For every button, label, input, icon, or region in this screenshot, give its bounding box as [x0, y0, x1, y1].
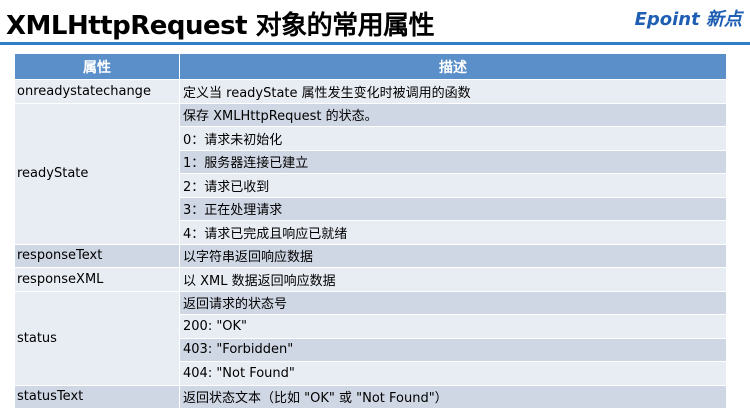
- header-attribute: 属性: [15, 54, 180, 80]
- slide-title: XMLHttpRequest 对象的常用属性: [6, 5, 434, 42]
- description-cell: 4：请求已完成且响应已就绪: [180, 221, 727, 245]
- description-cell: 保存 XMLHttpRequest 的状态。: [180, 103, 727, 127]
- attribute-name-cell: status: [15, 291, 180, 385]
- description-cell: 以 XML 数据返回响应数据: [180, 268, 727, 292]
- header-description: 描述: [180, 54, 727, 80]
- title-divider: [0, 42, 750, 45]
- attribute-name-cell: readyState: [15, 103, 180, 244]
- table-row: readyState保存 XMLHttpRequest 的状态。: [15, 103, 726, 127]
- description-cell: 200: "OK": [180, 315, 727, 339]
- description-cell: 404: "Not Found": [180, 362, 727, 386]
- table-row: responseXML以 XML 数据返回响应数据: [15, 268, 726, 292]
- description-cell: 2：请求已收到: [180, 174, 727, 198]
- description-cell: 0：请求未初始化: [180, 127, 727, 151]
- description-cell: 以字符串返回响应数据: [180, 244, 727, 268]
- description-cell: 返回请求的状态号: [180, 291, 727, 315]
- epoint-logo: Epoint 新点: [635, 5, 742, 31]
- attribute-name-cell: responseText: [15, 244, 180, 268]
- description-cell: 定义当 readyState 属性发生变化时被调用的函数: [180, 80, 727, 104]
- description-cell: 返回状态文本（比如 "OK" 或 "Not Found"）: [180, 385, 727, 408]
- table-row: onreadystatechange定义当 readyState 属性发生变化时…: [15, 80, 726, 104]
- description-cell: 403: "Forbidden": [180, 338, 727, 362]
- table-row: responseText以字符串返回响应数据: [15, 244, 726, 268]
- attribute-name-cell: statusText: [15, 385, 180, 408]
- properties-table: 属性 描述 onreadystatechange定义当 readyState 属…: [15, 54, 726, 408]
- attribute-name-cell: onreadystatechange: [15, 80, 180, 104]
- table-row: status返回请求的状态号: [15, 291, 726, 315]
- attribute-name-cell: responseXML: [15, 268, 180, 292]
- description-cell: 1：服务器连接已建立: [180, 150, 727, 174]
- table-body: onreadystatechange定义当 readyState 属性发生变化时…: [15, 80, 726, 408]
- table-header-row: 属性 描述: [15, 54, 726, 80]
- description-cell: 3：正在处理请求: [180, 197, 727, 221]
- table-row: statusText返回状态文本（比如 "OK" 或 "Not Found"）: [15, 385, 726, 408]
